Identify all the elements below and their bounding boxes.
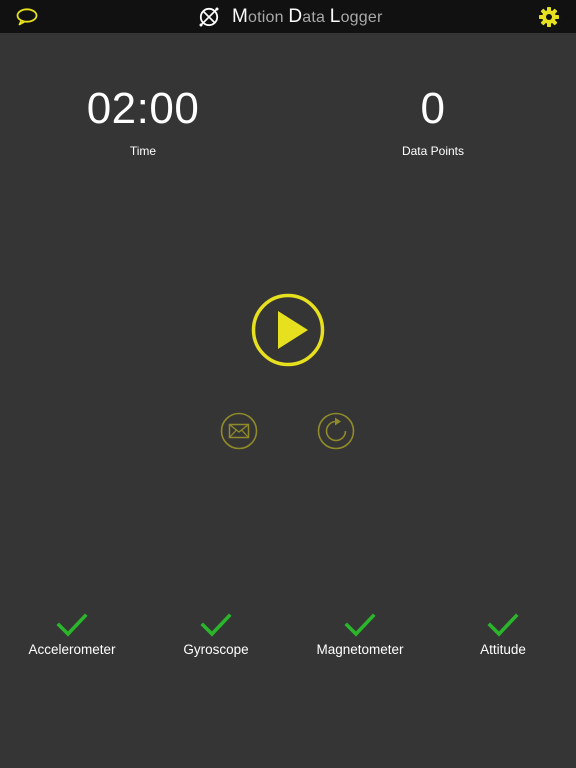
mail-icon (220, 412, 258, 450)
chat-bubble-icon (16, 8, 38, 26)
app-root: Motion Data Logger 02:00 Time 0 Data Poi… (0, 0, 576, 768)
email-button[interactable] (220, 412, 258, 450)
settings-button[interactable] (538, 6, 560, 28)
sensor-accelerometer[interactable]: Accelerometer (7, 612, 137, 657)
title-initial-d: D (288, 5, 303, 27)
sensor-attitude[interactable]: Attitude (438, 612, 568, 657)
chat-button[interactable] (15, 7, 39, 27)
title-rest-ogger: ogger (340, 8, 383, 26)
title-rest-otion: otion (248, 8, 289, 26)
title-rest-ata: ata (302, 8, 330, 26)
checkmark-icon (200, 613, 232, 637)
top-bar: Motion Data Logger (0, 0, 576, 33)
app-title-text: Motion Data Logger (232, 6, 383, 28)
checkmark-icon (344, 613, 376, 637)
sensor-label-accelerometer: Accelerometer (28, 642, 116, 657)
play-button[interactable] (251, 293, 325, 367)
play-icon (251, 293, 325, 367)
sensor-gyroscope[interactable]: Gyroscope (151, 612, 281, 657)
gear-icon (539, 7, 559, 27)
reset-icon (317, 412, 355, 450)
reset-button[interactable] (317, 412, 355, 450)
sensor-magnetometer[interactable]: Magnetometer (295, 612, 425, 657)
data-points-label: Data Points (401, 144, 465, 158)
checkmark-icon (487, 613, 519, 637)
compass-logo-icon (199, 7, 219, 26)
sensor-label-magnetometer: Magnetometer (316, 642, 404, 657)
sensor-label-gyroscope: Gyroscope (183, 642, 249, 657)
app-title: Motion Data Logger (198, 4, 383, 29)
title-initial-l: L (329, 5, 341, 27)
sensor-label-attitude: Attitude (480, 642, 526, 657)
time-value: 02:00 (86, 84, 200, 133)
data-points-value: 0 (420, 84, 446, 133)
time-label: Time (129, 144, 157, 158)
checkmark-icon (56, 613, 88, 637)
title-initial-m: M (232, 5, 249, 27)
